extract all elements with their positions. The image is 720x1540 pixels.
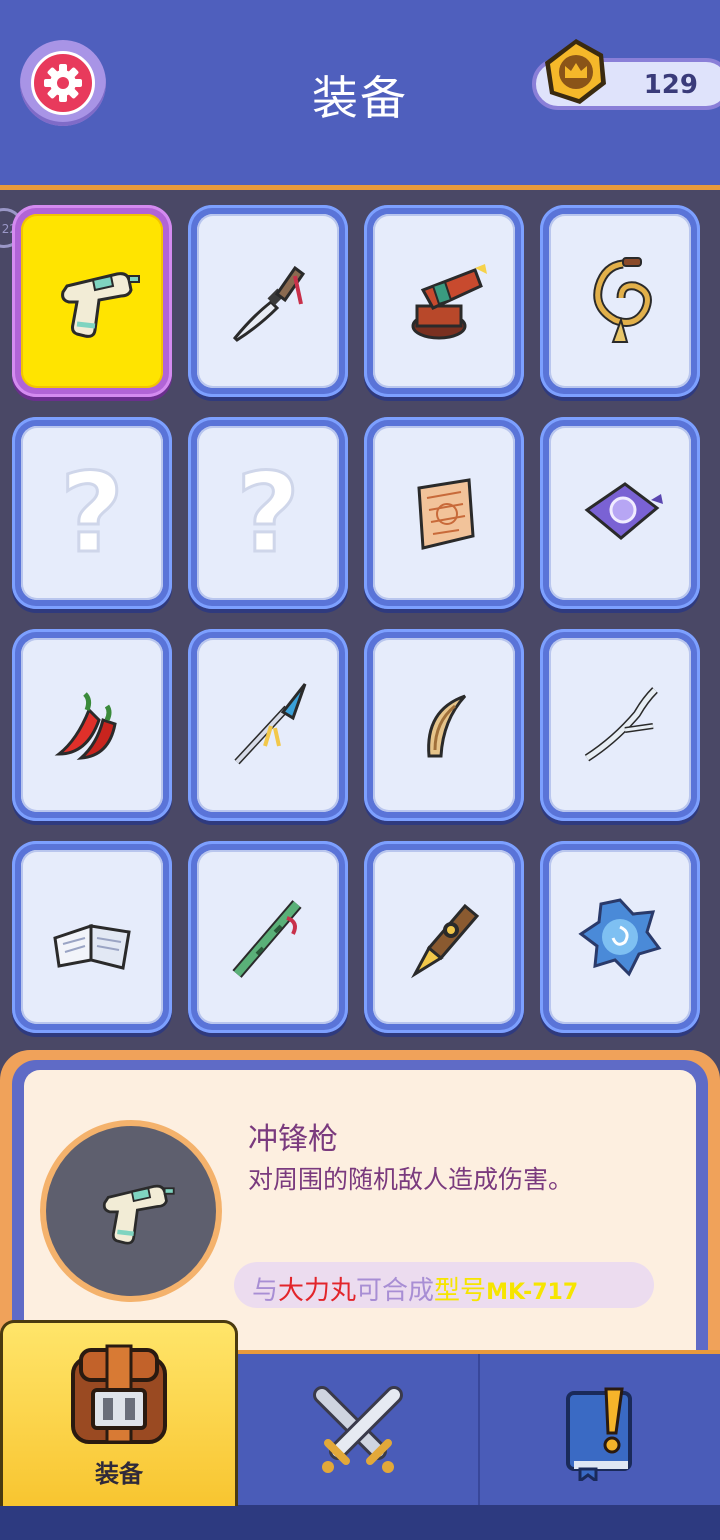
- item-slot[interactable]: [540, 841, 700, 1033]
- item-slot[interactable]: [364, 629, 524, 821]
- blue-orb-icon: [578, 898, 662, 977]
- claw-icon: [427, 694, 467, 758]
- combo-item: 大力丸: [278, 1276, 357, 1306]
- item-slot[interactable]: ?: [188, 417, 348, 609]
- combo-result-code: MK-717: [486, 1280, 579, 1305]
- item-slot[interactable]: [188, 205, 348, 397]
- item-slot[interactable]: [540, 629, 700, 821]
- item-slot[interactable]: [12, 841, 172, 1033]
- scroll-icon: [417, 478, 475, 550]
- crown-coin-icon: [545, 39, 606, 104]
- item-slot[interactable]: [364, 841, 524, 1033]
- backpack-icon: [71, 1344, 167, 1444]
- smg-gun-icon: [102, 1184, 175, 1245]
- smg-gun-icon: [61, 272, 140, 338]
- bottom-strip: [0, 1505, 720, 1540]
- whip-icon: [593, 257, 652, 343]
- selected-item-preview: [40, 1120, 222, 1302]
- item-slot[interactable]: [12, 629, 172, 821]
- tab-equipment[interactable]: 装备: [0, 1320, 238, 1506]
- item-slot[interactable]: [540, 417, 700, 609]
- quest-book-icon: [566, 1387, 632, 1481]
- item-slot[interactable]: [12, 205, 172, 397]
- combo-middle: 可合成: [356, 1276, 435, 1306]
- unknown-item-icon: ?: [235, 448, 302, 579]
- top-bar: 装备 129: [0, 0, 720, 190]
- book-icon: [53, 923, 131, 970]
- cannon-icon: [411, 264, 487, 340]
- tab-quests[interactable]: [480, 1356, 720, 1506]
- combo-prefix: 与: [252, 1276, 279, 1306]
- item-slot[interactable]: [188, 841, 348, 1033]
- item-slot[interactable]: [540, 205, 700, 397]
- golden-dagger-icon: [411, 903, 480, 979]
- combo-result-label: 型号: [434, 1276, 487, 1306]
- chili-pepper-icon: [54, 692, 117, 760]
- item-slot[interactable]: ?: [12, 417, 172, 609]
- combo-hint: 与大力丸可合成型号MK-717: [234, 1262, 654, 1308]
- branch-icon: [584, 687, 658, 762]
- crossed-swords-icon: [313, 1386, 403, 1473]
- item-slot[interactable]: [364, 205, 524, 397]
- purple-scroll-icon: [584, 482, 663, 540]
- coin-value: 129: [643, 70, 698, 100]
- unknown-item-icon: ?: [59, 448, 126, 579]
- bamboo-stick-icon: [232, 900, 302, 978]
- spear-icon: [234, 683, 307, 765]
- item-description: 对周围的随机敌人造成伤害。: [248, 1165, 574, 1194]
- item-name: 冲锋枪: [248, 1122, 338, 1157]
- item-detail-panel: 冲锋枪 对周围的随机敌人造成伤害。 与大力丸可合成型号MK-717: [0, 1050, 720, 1360]
- equipment-grid: ? ?: [12, 205, 708, 1033]
- tab-battle[interactable]: [240, 1356, 476, 1506]
- item-slot[interactable]: [364, 417, 524, 609]
- item-slot[interactable]: [188, 629, 348, 821]
- katana-icon: [232, 265, 306, 342]
- tab-equipment-label: 装备: [95, 1460, 143, 1488]
